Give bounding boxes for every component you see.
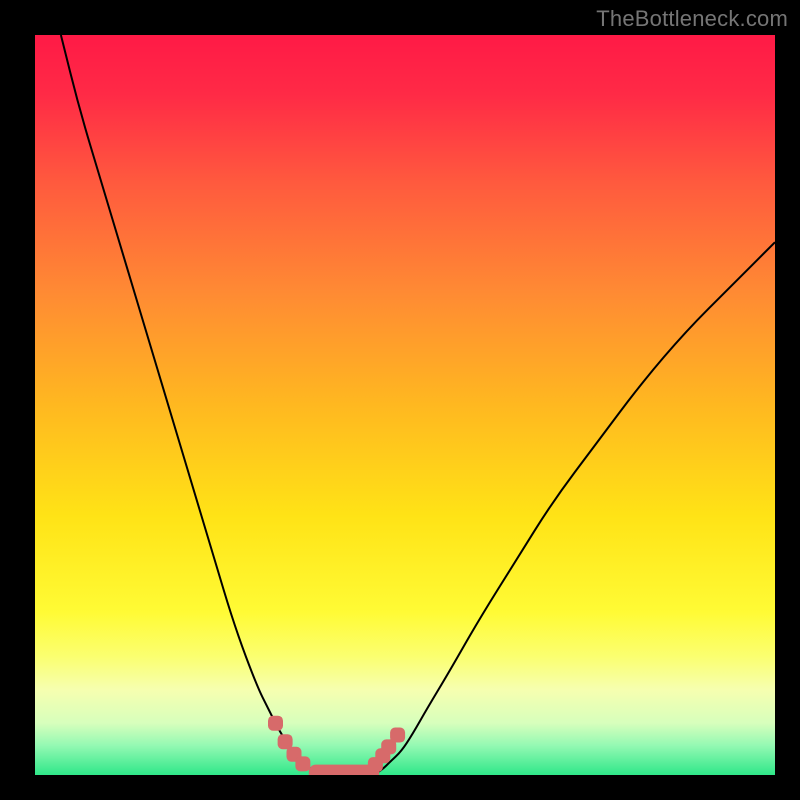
data-marker <box>390 728 405 743</box>
chart-frame: TheBottleneck.com <box>0 0 800 800</box>
chart-svg <box>35 35 775 775</box>
left-curve <box>61 35 316 774</box>
data-marker <box>295 756 310 771</box>
data-marker <box>268 716 283 731</box>
watermark-text: TheBottleneck.com <box>596 6 788 32</box>
baseline-bar <box>309 765 379 775</box>
plot-area <box>35 35 775 775</box>
data-markers <box>268 716 405 772</box>
right-curve <box>375 242 775 773</box>
